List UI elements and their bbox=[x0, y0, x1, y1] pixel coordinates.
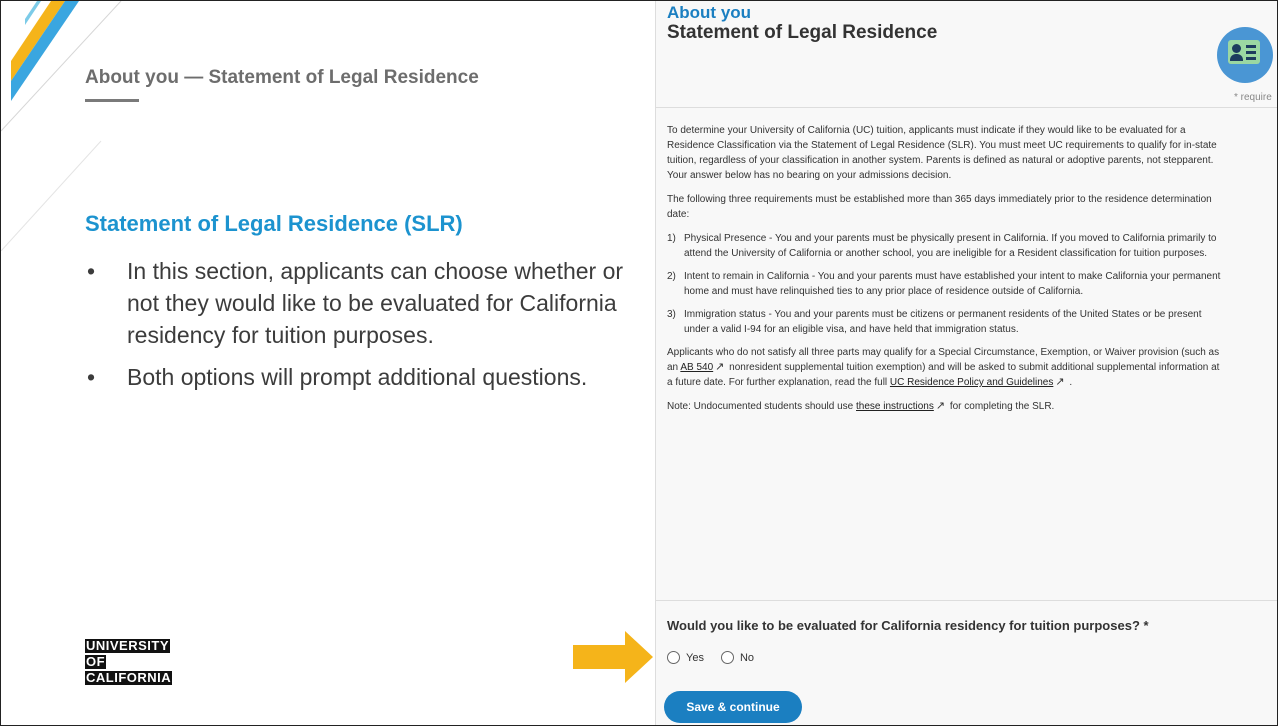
divider bbox=[656, 107, 1277, 108]
logo-line: UNIVERSITY bbox=[85, 638, 171, 653]
radio-circle[interactable] bbox=[667, 651, 680, 664]
slide-title: About you — Statement of Legal Residence bbox=[85, 67, 479, 88]
residence-info: To determine your University of Californ… bbox=[667, 123, 1227, 423]
section-heading: Statement of Legal Residence (SLR) bbox=[85, 211, 463, 236]
id-card-icon bbox=[1217, 27, 1273, 83]
requirement-item: 2) Intent to remain in California - You … bbox=[667, 269, 1227, 299]
requirement-number: 1) bbox=[667, 233, 676, 244]
bullet-text: Both options will prompt additional ques… bbox=[127, 364, 588, 390]
id-card-face bbox=[1232, 44, 1241, 53]
radio-yes[interactable]: Yes bbox=[667, 651, 704, 664]
radio-circle[interactable] bbox=[720, 651, 734, 664]
external-link-icon: ↗ bbox=[715, 361, 725, 373]
required-note: * require bbox=[1234, 92, 1272, 103]
residency-options: Yes No bbox=[667, 651, 771, 664]
note-paragraph: Note: Undocumented students should use t… bbox=[667, 399, 1227, 414]
bullet-symbol: • bbox=[87, 258, 96, 284]
intro-paragraph: To determine your University of Californ… bbox=[667, 125, 1217, 181]
exemption-text: . bbox=[1066, 377, 1073, 388]
requirement-text: Intent to remain in California - You and… bbox=[684, 271, 1221, 297]
title-underline bbox=[85, 99, 139, 102]
bullet-list: • In this section, applicants can choose… bbox=[85, 255, 625, 403]
requirement-number: 2) bbox=[667, 271, 676, 282]
save-continue-button[interactable]: Save & continue bbox=[664, 691, 802, 723]
divider bbox=[656, 600, 1277, 601]
section-label: About you bbox=[667, 3, 752, 22]
bullet-symbol: • bbox=[87, 364, 96, 390]
radio-no[interactable]: No bbox=[720, 651, 755, 664]
arrow-icon bbox=[573, 631, 653, 683]
id-card-line bbox=[1246, 45, 1256, 48]
radio-label: Yes bbox=[686, 651, 704, 664]
application-screenshot: About you Statement of Legal Residence *… bbox=[655, 1, 1277, 725]
requirement-number: 3) bbox=[667, 309, 676, 320]
requirement-text: Immigration status - You and your parent… bbox=[684, 309, 1202, 335]
requirements-intro: The following three requirements must be… bbox=[667, 194, 1212, 220]
requirement-item: 3) Immigration status - You and your par… bbox=[667, 307, 1227, 337]
bullet-item: • In this section, applicants can choose… bbox=[85, 255, 625, 351]
external-link-icon: ↗ bbox=[1055, 376, 1065, 388]
logo-line: OF bbox=[85, 654, 107, 669]
radio-label: No bbox=[739, 651, 755, 664]
id-card-body bbox=[1230, 54, 1243, 61]
bullet-text: In this section, applicants can choose w… bbox=[127, 258, 624, 348]
exemption-paragraph: Applicants who do not satisfy all three … bbox=[667, 345, 1227, 390]
page-title: Statement of Legal Residence bbox=[667, 22, 938, 43]
requirement-text: Physical Presence - You and your parents… bbox=[684, 233, 1217, 259]
bullet-item: • Both options will prompt additional qu… bbox=[85, 361, 625, 393]
university-of-california-logo: UNIVERSITY OF CALIFORNIA bbox=[85, 638, 173, 687]
id-card-line bbox=[1246, 51, 1256, 54]
external-link-icon: ↗ bbox=[935, 400, 946, 412]
residence-policy-link[interactable]: UC Residence Policy and Guidelines bbox=[890, 377, 1053, 388]
residency-question: Would you like to be evaluated for Calif… bbox=[667, 618, 1149, 633]
note-text: Note: Undocumented students should use bbox=[667, 401, 857, 412]
ab540-link[interactable]: AB 540 bbox=[680, 362, 713, 373]
id-card-line bbox=[1246, 57, 1256, 60]
slide: About you — Statement of Legal Residence… bbox=[0, 0, 1278, 726]
requirement-item: 1) Physical Presence - You and your pare… bbox=[667, 231, 1227, 261]
id-card-shape bbox=[1228, 40, 1260, 64]
logo-line: CALIFORNIA bbox=[85, 670, 173, 685]
instructions-link[interactable]: these instructions bbox=[856, 401, 934, 412]
note-text: for completing the SLR. bbox=[947, 401, 1055, 412]
